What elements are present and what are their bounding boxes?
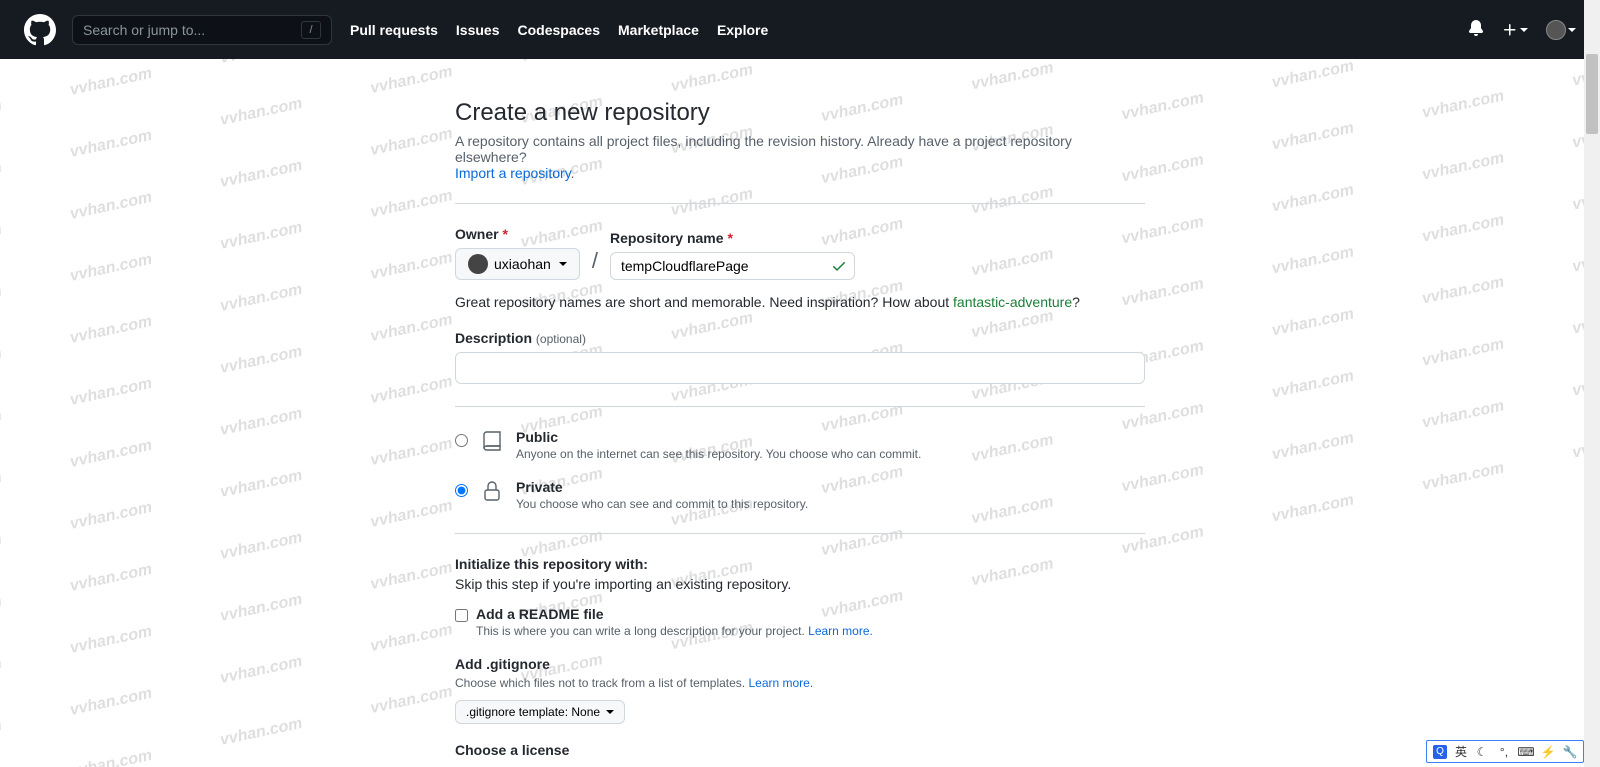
- search-placeholder: Search or jump to...: [83, 22, 205, 38]
- user-menu[interactable]: [1546, 20, 1576, 40]
- page-subtitle: A repository contains all project files,…: [455, 133, 1145, 181]
- owner-label: Owner *: [455, 226, 580, 242]
- nav-codespaces[interactable]: Codespaces: [518, 22, 600, 38]
- visibility-public-title: Public: [516, 429, 921, 445]
- gitignore-desc: Choose which files not to track from a l…: [455, 676, 1145, 690]
- nav-explore[interactable]: Explore: [717, 22, 768, 38]
- repo-name-input[interactable]: [610, 252, 855, 280]
- keyboard-icon[interactable]: ⌨: [1519, 745, 1533, 759]
- repo-public-icon: [480, 429, 504, 456]
- create-new-menu[interactable]: [1502, 22, 1528, 38]
- repo-name-hint: Great repository names are short and mem…: [455, 294, 1145, 310]
- visibility-public-row[interactable]: Public Anyone on the internet can see th…: [455, 429, 1145, 461]
- page-title: Create a new repository: [455, 99, 1145, 127]
- lock-icon: [480, 479, 504, 506]
- initialize-sub: Skip this step if you're importing an ex…: [455, 576, 1145, 592]
- github-logo[interactable]: [24, 14, 56, 46]
- caret-down-icon: [606, 710, 614, 714]
- readme-learn-more-link[interactable]: Learn more.: [808, 624, 873, 638]
- name-suggestion-link[interactable]: fantastic-adventure: [953, 294, 1072, 310]
- lightning-icon[interactable]: ⚡: [1541, 745, 1555, 759]
- notifications-icon[interactable]: [1468, 20, 1484, 39]
- license-header: Choose a license: [455, 742, 1145, 758]
- gitignore-learn-more-link[interactable]: Learn more.: [748, 676, 813, 690]
- import-repository-link[interactable]: Import a repository: [455, 165, 571, 181]
- nav-marketplace[interactable]: Marketplace: [618, 22, 699, 38]
- ime-toolbar[interactable]: Q 英 ☾ °, ⌨ ⚡ 🔧: [1426, 740, 1584, 763]
- divider: [455, 203, 1145, 204]
- scrollbar-thumb[interactable]: [1586, 54, 1598, 134]
- divider: [455, 533, 1145, 534]
- visibility-private-title: Private: [516, 479, 808, 495]
- visibility-public-desc: Anyone on the internet can see this repo…: [516, 447, 921, 461]
- readme-title: Add a README file: [476, 606, 873, 622]
- owner-avatar: [468, 254, 488, 274]
- slash-key-hint: /: [301, 21, 321, 39]
- visibility-private-radio[interactable]: [455, 484, 468, 497]
- check-icon: [831, 258, 847, 277]
- initialize-header: Initialize this repository with:: [455, 556, 1145, 572]
- owner-name: uxiaohan: [494, 256, 551, 272]
- visibility-private-row[interactable]: Private You choose who can see and commi…: [455, 479, 1145, 511]
- nav-issues[interactable]: Issues: [456, 22, 500, 38]
- ime-logo-icon: Q: [1433, 745, 1447, 759]
- moon-icon[interactable]: ☾: [1475, 745, 1489, 759]
- search-input[interactable]: Search or jump to... /: [72, 15, 332, 45]
- global-header: Search or jump to... / Pull requests Iss…: [0, 0, 1600, 59]
- gitignore-header: Add .gitignore: [455, 656, 1145, 672]
- punctuation-icon[interactable]: °,: [1497, 745, 1511, 759]
- nav-pull-requests[interactable]: Pull requests: [350, 22, 438, 38]
- visibility-public-radio[interactable]: [455, 434, 468, 447]
- main-content: Create a new repository A repository con…: [455, 59, 1145, 758]
- path-separator: /: [588, 248, 602, 280]
- gitignore-template-select[interactable]: .gitignore template: None: [455, 700, 625, 724]
- divider: [455, 406, 1145, 407]
- caret-down-icon: [559, 262, 567, 266]
- description-label: Description (optional): [455, 330, 1145, 346]
- primary-nav: Pull requests Issues Codespaces Marketpl…: [350, 22, 768, 38]
- repo-name-label: Repository name *: [610, 230, 855, 246]
- ime-language[interactable]: 英: [1455, 743, 1467, 760]
- settings-icon[interactable]: 🔧: [1563, 745, 1577, 759]
- readme-row[interactable]: Add a README file This is where you can …: [455, 606, 1145, 638]
- scrollbar[interactable]: [1584, 0, 1600, 767]
- avatar: [1546, 20, 1566, 40]
- description-input[interactable]: [455, 352, 1145, 384]
- readme-desc: This is where you can write a long descr…: [476, 624, 873, 638]
- readme-checkbox[interactable]: [455, 609, 468, 622]
- owner-select[interactable]: uxiaohan: [455, 248, 580, 280]
- visibility-private-desc: You choose who can see and commit to thi…: [516, 497, 808, 511]
